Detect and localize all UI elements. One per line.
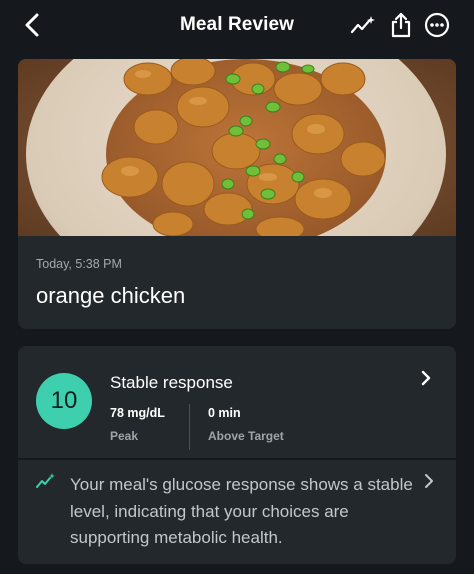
peak-label: Peak [110,429,139,443]
above-target-label: Above Target [208,429,284,443]
more-button[interactable] [422,10,452,40]
chevron-right-icon [421,370,431,386]
trend-sparkle-icon [36,473,55,488]
more-circle-icon [424,12,450,38]
top-bar: Meal Review [0,0,474,52]
response-score: 10 [50,387,78,414]
peak-value: 78 mg/dL [110,406,165,420]
response-title: Stable response [110,373,233,392]
insight-card[interactable]: Your meal's glucose response shows a sta… [18,460,456,564]
chevron-right-icon [425,474,433,488]
trend-button[interactable] [348,10,378,40]
meal-card: Today, 5:38 PM orange chicken [18,59,456,329]
share-button[interactable] [386,10,416,40]
share-icon [391,12,411,38]
trend-sparkle-icon [350,16,375,34]
meal-timestamp: Today, 5:38 PM [36,257,122,271]
glucose-response-card[interactable]: 10 Stable response 78 mg/dL Peak 0 min A… [18,346,456,458]
meal-photo[interactable] [18,59,456,236]
above-target-value: 0 min [208,406,241,420]
stat-divider [189,404,190,450]
insight-text: Your meal's glucose response shows a sta… [70,475,413,547]
meal-name: orange chicken [36,283,186,308]
response-score-badge: 10 [36,373,92,429]
